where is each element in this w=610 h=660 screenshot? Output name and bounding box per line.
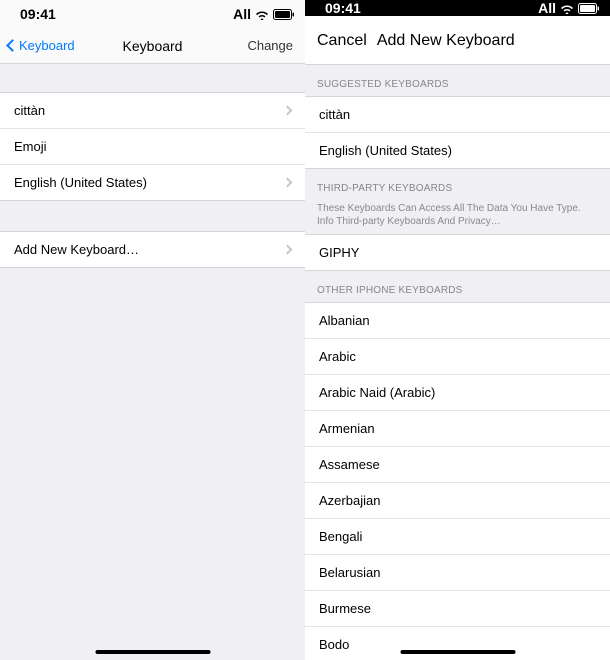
- keyboard-label: English (United States): [14, 175, 147, 190]
- section-suggested: SUGGESTED KEYBOARDS: [305, 65, 610, 96]
- nav-bar: Keyboard Keyboard Change: [0, 28, 305, 64]
- device-left: 09:41 All Keyboard Keyboard Change città…: [0, 0, 305, 660]
- status-bar: 09:41 All: [0, 0, 305, 28]
- battery-icon: [578, 3, 600, 14]
- list-item[interactable]: cittàn: [305, 97, 610, 133]
- add-keyboard-button[interactable]: Add New Keyboard…: [0, 232, 305, 267]
- keyboard-list: cittàn Emoji English (United States): [0, 92, 305, 201]
- list-item[interactable]: Bodo: [305, 627, 610, 660]
- keyboard-row[interactable]: Emoji: [0, 129, 305, 165]
- other-list: Albanian Arabic Arabic Naid (Arabic) Arm…: [305, 302, 610, 660]
- battery-icon: [273, 9, 295, 20]
- chevron-right-icon: [283, 245, 293, 255]
- section-other: OTHER IPHONE KEYBOARDS: [305, 271, 610, 302]
- list-item[interactable]: English (United States): [305, 133, 610, 168]
- status-carrier: All: [233, 6, 251, 22]
- wifi-icon: [255, 9, 269, 20]
- add-keyboard-group: Add New Keyboard…: [0, 231, 305, 268]
- keyboard-label: cittàn: [14, 103, 45, 118]
- edit-button[interactable]: Change: [247, 38, 293, 53]
- keyboard-row[interactable]: cittàn: [0, 93, 305, 129]
- section-third-party: THIRD-PARTY KEYBOARDS: [305, 169, 610, 200]
- back-button[interactable]: Keyboard: [8, 38, 75, 53]
- keyboard-row[interactable]: English (United States): [0, 165, 305, 200]
- list-item[interactable]: Armenian: [305, 411, 610, 447]
- status-time: 09:41: [325, 0, 538, 16]
- list-item[interactable]: Assamese: [305, 447, 610, 483]
- status-carrier: All: [538, 0, 556, 16]
- list-item[interactable]: Arabic Naid (Arabic): [305, 375, 610, 411]
- keyboard-label: Emoji: [14, 139, 47, 154]
- list-item[interactable]: Burmese: [305, 591, 610, 627]
- modal-header: Cancel Add New Keyboard: [305, 16, 610, 65]
- suggested-list: cittàn English (United States): [305, 96, 610, 169]
- back-label: Keyboard: [19, 38, 75, 53]
- home-indicator[interactable]: [95, 650, 210, 654]
- list-item[interactable]: GIPHY: [305, 235, 610, 270]
- cancel-button[interactable]: Cancel: [317, 32, 367, 50]
- status-time: 09:41: [20, 6, 233, 22]
- add-keyboard-label: Add New Keyboard…: [14, 242, 139, 257]
- chevron-left-icon: [6, 39, 19, 52]
- chevron-right-icon: [283, 178, 293, 188]
- chevron-right-icon: [283, 106, 293, 116]
- list-item[interactable]: Bengali: [305, 519, 610, 555]
- section-third-subtext: These Keyboards Can Access All The Data …: [305, 200, 610, 234]
- wifi-icon: [560, 3, 574, 14]
- list-item[interactable]: Arabic: [305, 339, 610, 375]
- list-item[interactable]: Belarusian: [305, 555, 610, 591]
- list-item[interactable]: Albanian: [305, 303, 610, 339]
- status-bar: 09:41 All: [305, 0, 610, 16]
- modal-title: Add New Keyboard: [377, 32, 515, 50]
- home-indicator[interactable]: [400, 650, 515, 654]
- device-right: 09:41 All Cancel Add New Keyboard SUGGES…: [305, 0, 610, 660]
- list-item[interactable]: Azerbajian: [305, 483, 610, 519]
- third-party-list: GIPHY: [305, 234, 610, 271]
